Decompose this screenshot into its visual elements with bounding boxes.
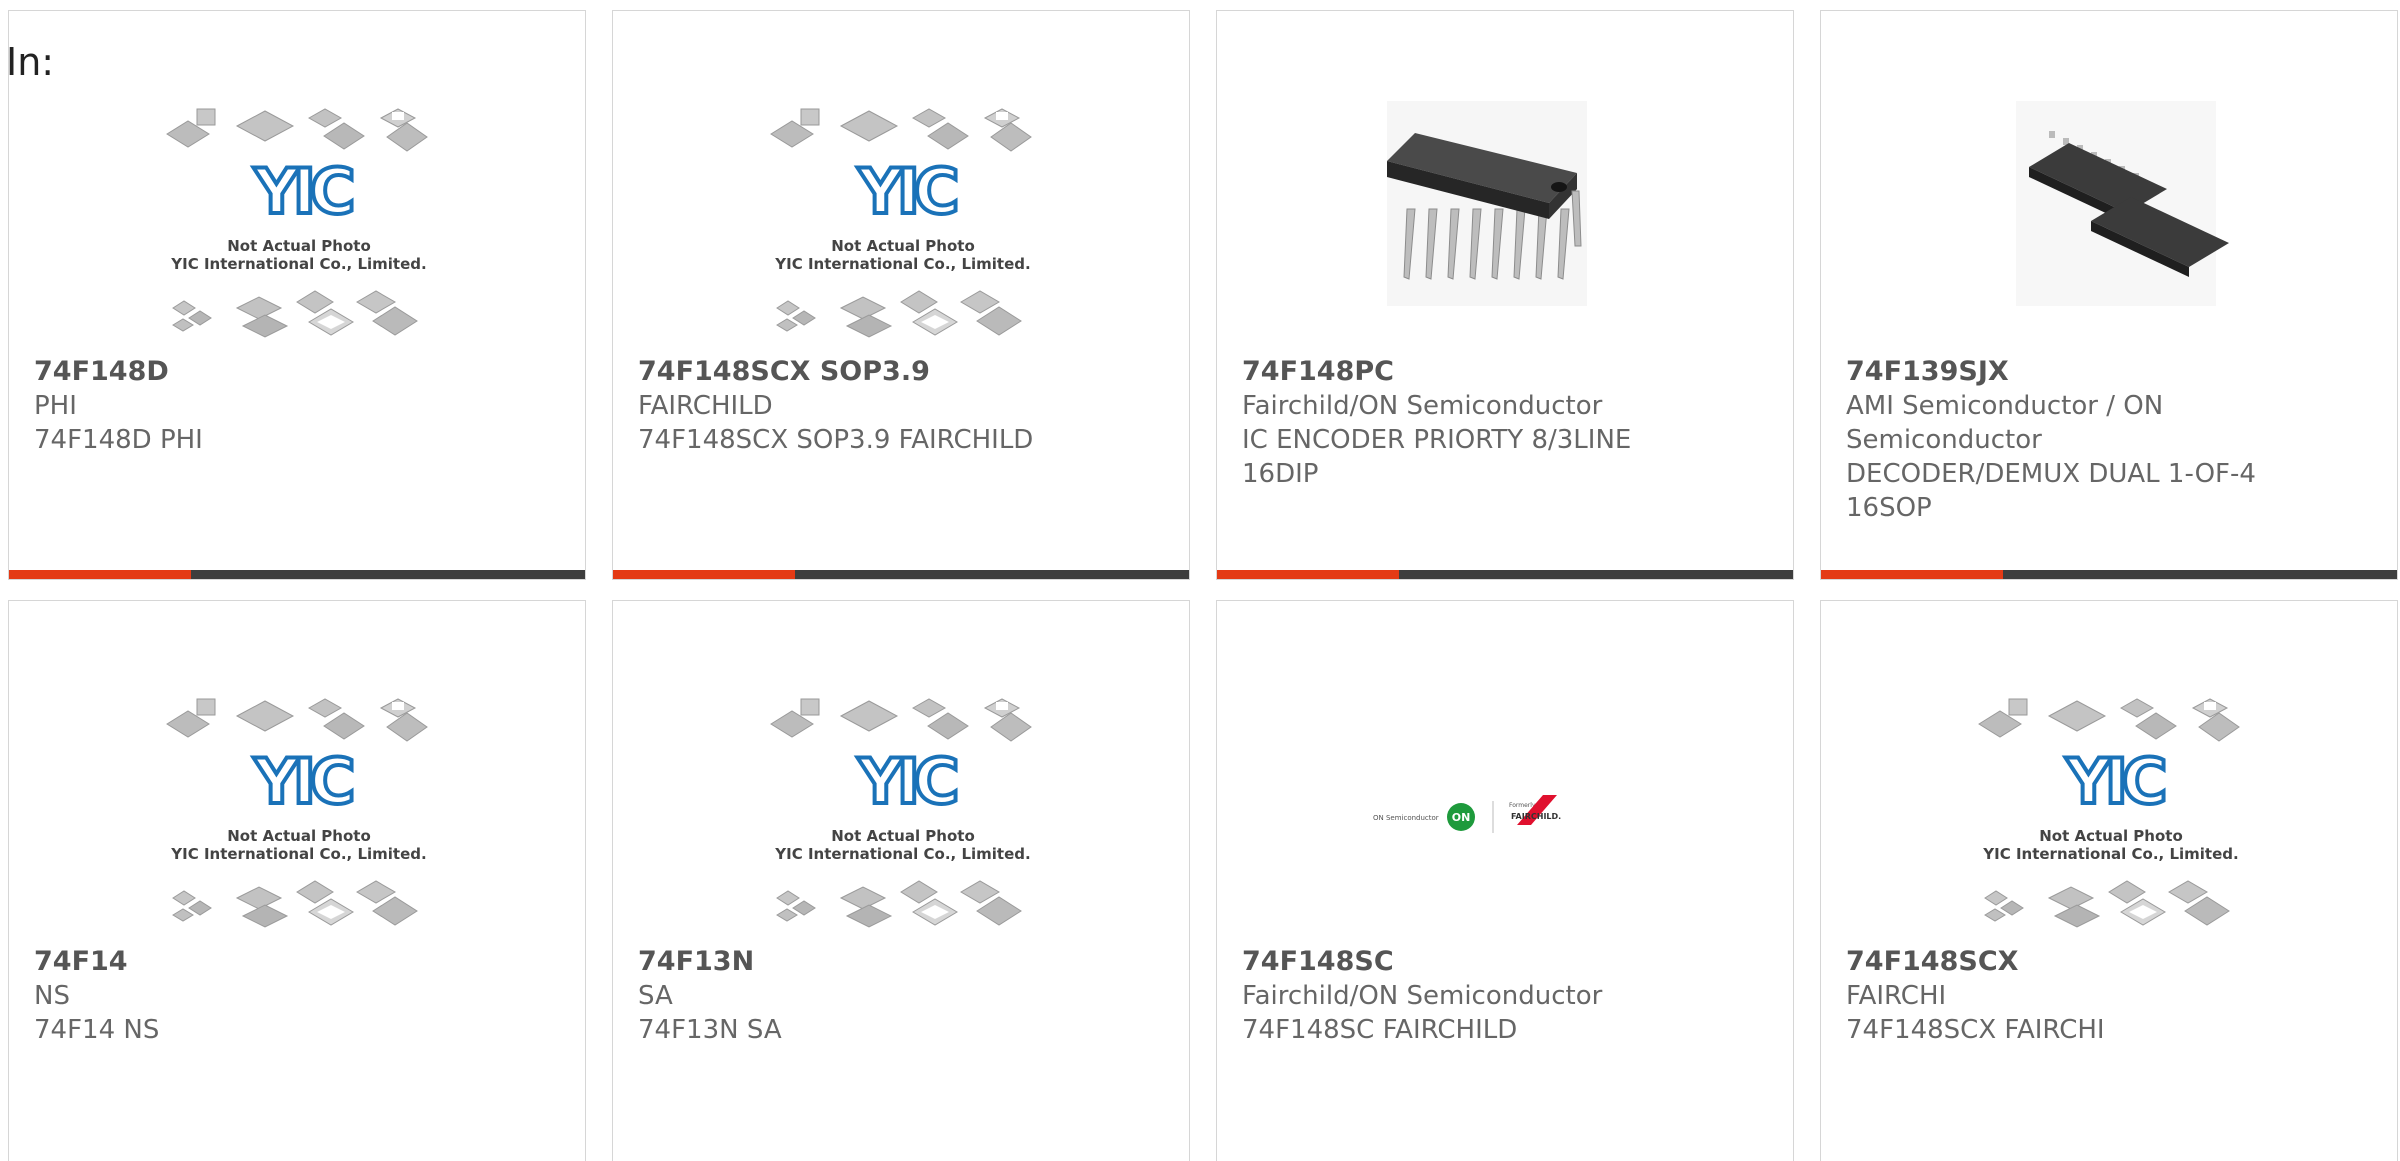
manufacturer: PHI [34, 391, 77, 421]
description: DECODER/DEMUX DUAL 1-OF-4 16SOP [1846, 459, 2256, 523]
yic-logo-text: YIC [857, 745, 956, 818]
part-number[interactable]: 74F139SJX [1846, 355, 2266, 389]
product-card[interactable]: YIC Not Actual Photo YIC International C… [612, 600, 1190, 1161]
product-card[interactable]: YIC Not Actual Photo YIC International C… [1820, 600, 2398, 1161]
description: 74F14 NS [34, 1015, 160, 1045]
manufacturer: SA [638, 981, 673, 1011]
svg-text:YIC International Co., Limited: YIC International Co., Limited. [774, 845, 1030, 863]
product-card[interactable]: YIC Not Actual Photo YIC International C… [8, 600, 586, 1161]
product-info: 74F148PC Fairchild/ON Semiconductor IC E… [1242, 355, 1662, 491]
svg-text:YIC International Co., Limited: YIC International Co., Limited. [170, 845, 426, 863]
product-info: 74F139SJX AMI Semiconductor / ON Semicon… [1846, 355, 2266, 525]
manufacturer: Fairchild/ON Semiconductor [1242, 981, 1603, 1011]
description: 74F148D PHI [34, 425, 203, 455]
svg-text:Not Actual Photo: Not Actual Photo [227, 237, 371, 255]
description: 74F13N SA [638, 1015, 782, 1045]
product-info: 74F148SCX SOP3.9 FAIRCHILD 74F148SCX SOP… [638, 355, 1058, 457]
product-card[interactable]: YIC Not Actual Photo YIC International C… [8, 10, 586, 580]
brand-logo-photo: ON Semiconductor ON Formerly FAIRCHILD. [1367, 691, 1647, 941]
card-accent-bar [1821, 570, 2397, 579]
description: 74F148SCX SOP3.9 FAIRCHILD [638, 425, 1034, 455]
product-grid-page: In: YIC Not Actual Photo YIC Internation… [0, 0, 2400, 1161]
yic-logo-text: YIC [2065, 745, 2164, 818]
product-card[interactable]: 74F139SJX AMI Semiconductor / ON Semicon… [1820, 10, 2398, 580]
description: 74F148SC FAIRCHILD [1242, 1015, 1518, 1045]
part-number[interactable]: 74F14 [34, 945, 454, 979]
sop-chip-photo [1971, 101, 2251, 351]
part-number[interactable]: 74F148SCX [1846, 945, 2266, 979]
svg-text:ON: ON [1452, 811, 1471, 824]
svg-text:YIC International Co., Limited: YIC International Co., Limited. [774, 255, 1030, 273]
in-label: In: [6, 40, 55, 84]
svg-text:Not Actual Photo: Not Actual Photo [227, 827, 371, 845]
svg-text:FAIRCHILD.: FAIRCHILD. [1511, 812, 1561, 821]
svg-text:YIC International Co., Limited: YIC International Co., Limited. [170, 255, 426, 273]
svg-text:Not Actual Photo: Not Actual Photo [2039, 827, 2183, 845]
part-number[interactable]: 74F148SC [1242, 945, 1662, 979]
manufacturer: NS [34, 981, 70, 1011]
manufacturer: AMI Semiconductor / ON Semiconductor [1846, 391, 2164, 455]
product-card[interactable]: YIC Not Actual Photo YIC International C… [612, 10, 1190, 580]
card-accent-bar [9, 570, 585, 579]
placeholder-photo: YIC Not Actual Photo YIC International C… [159, 101, 439, 351]
product-info: 74F13N SA 74F13N SA [638, 945, 1058, 1047]
description: IC ENCODER PRIORTY 8/3LINE 16DIP [1242, 425, 1632, 489]
svg-text:ON Semiconductor: ON Semiconductor [1373, 814, 1439, 822]
description: 74F148SCX FAIRCHI [1846, 1015, 2105, 1045]
card-accent-bar [1217, 570, 1793, 579]
part-number[interactable]: 74F148D [34, 355, 454, 389]
product-info: 74F148D PHI 74F148D PHI [34, 355, 454, 457]
svg-text:YIC International Co., Limited: YIC International Co., Limited. [1982, 845, 2238, 863]
manufacturer: Fairchild/ON Semiconductor [1242, 391, 1603, 421]
dip-chip-photo [1367, 101, 1647, 351]
yic-logo-text: YIC [253, 745, 352, 818]
part-number[interactable]: 74F148SCX SOP3.9 [638, 355, 1058, 389]
placeholder-photo: YIC Not Actual Photo YIC International C… [159, 691, 439, 941]
manufacturer: FAIRCHI [1846, 981, 1947, 1011]
manufacturer: FAIRCHILD [638, 391, 773, 421]
placeholder-photo: YIC Not Actual Photo YIC International C… [763, 101, 1043, 351]
part-number[interactable]: 74F148PC [1242, 355, 1662, 389]
svg-text:Not Actual Photo: Not Actual Photo [831, 827, 975, 845]
product-info: 74F148SCX FAIRCHI 74F148SCX FAIRCHI [1846, 945, 2266, 1047]
yic-logo-text: YIC [857, 155, 956, 228]
yic-logo-text: YIC [253, 155, 352, 228]
product-info: 74F14 NS 74F14 NS [34, 945, 454, 1047]
placeholder-photo: YIC Not Actual Photo YIC International C… [1971, 691, 2251, 941]
product-card[interactable]: ON Semiconductor ON Formerly FAIRCHILD. … [1216, 600, 1794, 1161]
placeholder-photo: YIC Not Actual Photo YIC International C… [763, 691, 1043, 941]
part-number[interactable]: 74F13N [638, 945, 1058, 979]
svg-text:Not Actual Photo: Not Actual Photo [831, 237, 975, 255]
product-info: 74F148SC Fairchild/ON Semiconductor 74F1… [1242, 945, 1662, 1047]
card-accent-bar [613, 570, 1189, 579]
product-card[interactable]: 74F148PC Fairchild/ON Semiconductor IC E… [1216, 10, 1794, 580]
